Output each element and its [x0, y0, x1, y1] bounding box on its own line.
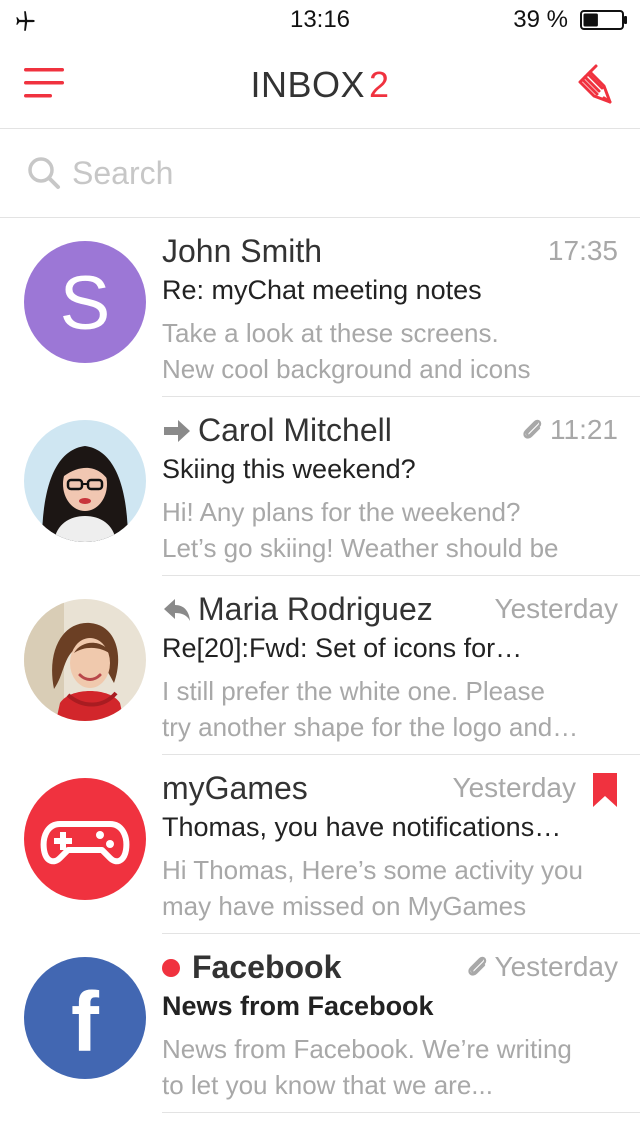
search-input[interactable] [70, 147, 614, 199]
attachment-icon [467, 956, 486, 976]
sender-line: myGames [162, 770, 308, 807]
sender-name: Facebook [192, 949, 342, 985]
compose-icon [578, 64, 612, 104]
page-title: INBOX 2 [0, 64, 640, 106]
message-item[interactable]: S John Smith 17:35 Re: myChat meeting no… [0, 219, 640, 397]
preview-line: News from Facebook. We’re writing [162, 1034, 572, 1064]
preview-line: try another shape for the logo and… [162, 712, 579, 742]
avatar [24, 778, 146, 900]
message-time: Yesterday [494, 951, 619, 982]
forward-icon [164, 419, 190, 442]
preview-line: to let you know that we are... [162, 1070, 493, 1100]
message-subject: Re: myChat meeting notes [162, 275, 482, 305]
avatar-photo [24, 420, 146, 542]
message-subject: News from Facebook [162, 991, 434, 1021]
divider [162, 575, 640, 576]
message-time-wrap: Yesterday [465, 951, 619, 983]
sender-line: Carol Mitchell [162, 412, 392, 449]
message-item[interactable]: f Facebook Yesterday News from Facebook … [0, 935, 640, 1113]
compose-button[interactable] [574, 62, 622, 110]
preview-line: Let’s go skiing! Weather should be [162, 533, 559, 563]
avatar: f [24, 957, 146, 1079]
avatar-letter: S [60, 261, 111, 346]
avatar: S [24, 241, 146, 363]
search-icon [28, 157, 60, 189]
divider [162, 396, 640, 397]
message-time: Yesterday [494, 593, 619, 624]
reply-icon [164, 598, 190, 621]
message-preview: Hi! Any plans for the weekend? Let’s go … [162, 494, 612, 566]
message-time: 17:35 [547, 235, 618, 266]
message-preview: I still prefer the white one. Please try… [162, 673, 612, 745]
sender-name: John Smith [162, 233, 323, 269]
message-time-wrap: Yesterday [495, 593, 619, 625]
message-subject: Re[20]:Fwd: Set of icons for… [162, 633, 523, 663]
divider [162, 754, 640, 755]
message-time-wrap: 11:21 [520, 414, 618, 446]
message-preview: Hi Thomas, Here’s some activity you may … [162, 852, 612, 924]
preview-line: may have missed on MyGames [162, 891, 527, 921]
message-subject: Thomas, you have notifications… [162, 812, 562, 842]
sender-line: John Smith [162, 233, 322, 270]
sender-name: Maria Rodriguez [198, 591, 433, 627]
message-item[interactable]: myGames Yesterday Thomas, you have notif… [0, 756, 640, 934]
avatar-letter: f [71, 975, 100, 1069]
message-time: 11:21 [550, 414, 618, 445]
sender-line: Facebook [162, 949, 341, 986]
message-item[interactable]: Maria Rodriguez Yesterday Re[20]:Fwd: Se… [0, 577, 640, 755]
message-subject: Skiing this weekend? [162, 454, 416, 484]
preview-line: Take a look at these screens. [162, 318, 499, 348]
sender-name: Carol Mitchell [198, 412, 392, 448]
attachment-icon [523, 419, 542, 439]
bookmark-icon[interactable] [592, 772, 618, 808]
unread-count: 2 [369, 64, 390, 105]
sender-line: Maria Rodriguez [162, 591, 433, 628]
message-item[interactable]: Carol Mitchell 11:21 Skiing this weekend… [0, 398, 640, 576]
message-time-wrap: Yesterday [453, 772, 577, 804]
message-preview: News from Facebook. We’re writing to let… [162, 1031, 612, 1103]
preview-line: I still prefer the white one. Please [162, 676, 545, 706]
avatar-photo [24, 599, 146, 721]
message-time: Yesterday [452, 772, 577, 803]
sender-name: myGames [162, 770, 308, 806]
battery-percent: 39 % [513, 6, 568, 33]
search-bar[interactable] [0, 129, 640, 218]
preview-line: New cool background and icons [162, 354, 531, 384]
status-bar: 13:16 39 % [0, 0, 640, 40]
preview-line: Hi! Any plans for the weekend? [162, 497, 521, 527]
title-text: INBOX [250, 64, 365, 105]
preview-line: Hi Thomas, Here’s some activity you [162, 855, 583, 885]
message-preview: Take a look at these screens. New cool b… [162, 315, 612, 387]
header: INBOX 2 [0, 40, 640, 129]
divider [162, 1112, 640, 1113]
divider [162, 933, 640, 934]
unread-dot [162, 958, 180, 977]
battery-icon [580, 10, 627, 30]
message-time-wrap: 17:35 [548, 235, 618, 267]
